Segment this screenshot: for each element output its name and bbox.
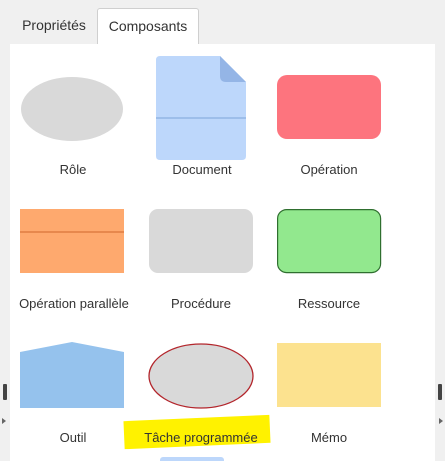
- parallel-operation-icon: [20, 209, 124, 273]
- document-icon: [156, 56, 246, 160]
- shape-ressource-label: Ressource: [297, 296, 361, 311]
- shape-operation-parallele-label: Opération parallèle: [19, 296, 129, 311]
- procedure-rect: [149, 209, 253, 273]
- shape-document-label: Document: [172, 162, 232, 177]
- shape-role[interactable]: [20, 76, 126, 142]
- shape-memo[interactable]: [277, 343, 383, 409]
- tab-bar: Propriétés Composants: [0, 0, 445, 45]
- components-palette-window: Propriétés Composants Rôle Document Opér…: [0, 0, 445, 461]
- scheduled-task-ellipse: [148, 343, 254, 409]
- shape-role-label: Rôle: [59, 162, 87, 177]
- role-ellipse: [21, 77, 123, 141]
- collapse-left-arrow-icon[interactable]: [2, 418, 6, 424]
- shape-operation[interactable]: [277, 75, 383, 141]
- shape-tache-programmee-label: Tâche programmée: [144, 430, 258, 445]
- left-splitter-handle[interactable]: [3, 384, 7, 400]
- tool-pentagon-icon: [20, 342, 124, 408]
- procedure-rect-icon: [149, 209, 253, 273]
- shape-operation-label: Opération: [300, 162, 358, 177]
- shape-outil-label: Outil: [59, 430, 87, 445]
- shape-procedure-label: Procédure: [171, 296, 231, 311]
- tab-composants[interactable]: Composants: [97, 8, 199, 45]
- shape-next-row-partial[interactable]: [160, 457, 224, 461]
- role-ellipse-icon: [21, 77, 123, 141]
- shape-operation-parallele[interactable]: [20, 209, 126, 275]
- tool-pentagon: [20, 342, 124, 408]
- right-splitter-handle[interactable]: [438, 384, 442, 400]
- memo-rect-icon: [277, 343, 381, 407]
- operation-rect: [277, 75, 381, 139]
- collapse-right-arrow-icon[interactable]: [439, 418, 443, 424]
- shape-memo-label: Mémo: [310, 430, 348, 445]
- tab-proprietes[interactable]: Propriétés: [12, 8, 96, 42]
- shape-document[interactable]: [156, 56, 248, 162]
- parallel-operation-rect: [20, 209, 124, 273]
- shape-outil[interactable]: [20, 342, 126, 410]
- document-folded-corner: [220, 56, 246, 82]
- scheduled-task-ellipse-icon: [148, 343, 254, 409]
- shape-tache-programmee[interactable]: [148, 343, 256, 411]
- resource-rect-icon: [277, 209, 382, 274]
- resource-rect: [277, 209, 382, 274]
- shape-ressource[interactable]: [277, 209, 383, 275]
- memo-rect: [277, 343, 381, 407]
- operation-rect-icon: [277, 75, 381, 139]
- shape-procedure[interactable]: [149, 209, 255, 275]
